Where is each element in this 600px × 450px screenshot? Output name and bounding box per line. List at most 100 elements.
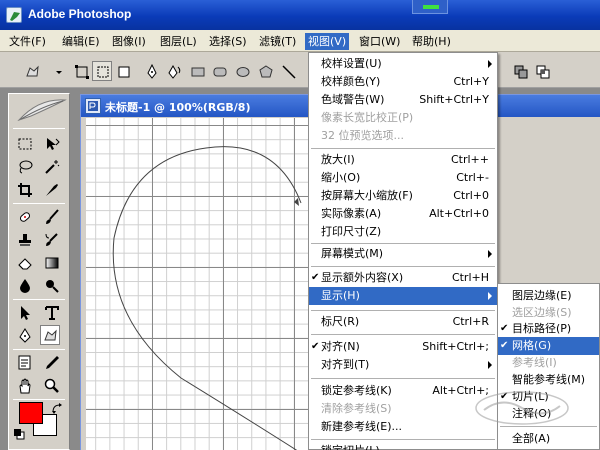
view-menu-item-rulers[interactable]: 标尺(R) Ctrl+R <box>309 313 497 331</box>
brush-icon[interactable] <box>42 207 62 227</box>
toolbox-header <box>9 94 69 126</box>
view-menu-item-snap-to[interactable]: 对齐到(T) <box>309 356 497 374</box>
history-brush-icon[interactable] <box>42 230 62 250</box>
show-item-all[interactable]: 全部(A) <box>498 430 599 448</box>
view-menu-item-snap[interactable]: ✔ 对齐(N) Shift+Ctrl+; <box>309 338 497 356</box>
menu-select[interactable]: 选择(S) <box>206 33 250 50</box>
options-bar <box>0 52 600 88</box>
menu-image[interactable]: 图像(I) <box>109 33 149 50</box>
photoshop-app-icon <box>6 7 22 23</box>
show-item-target-path[interactable]: ✔ 目标路径(P) <box>498 320 599 338</box>
default-colors-icon[interactable] <box>13 428 25 440</box>
crop-icon[interactable] <box>15 180 35 200</box>
menu-layer[interactable]: 图层(L) <box>157 33 200 50</box>
view-menu-item-show-extras[interactable]: ✔ 显示额外内容(X) Ctrl+H <box>309 269 497 287</box>
blur-icon[interactable] <box>15 276 35 296</box>
view-menu-item-proof-colors[interactable]: 校样颜色(Y) Ctrl+Y <box>309 73 497 91</box>
toolbox-divider <box>13 349 65 350</box>
dodge-icon[interactable] <box>42 276 62 296</box>
menu-separator <box>311 439 495 440</box>
menu-window[interactable]: 窗口(W) <box>356 33 403 50</box>
window-control-button[interactable] <box>412 0 448 14</box>
view-menu-item-show[interactable]: 显示(H) <box>309 287 497 305</box>
document-icon <box>85 98 101 114</box>
title-bar: Adobe Photoshop <box>0 0 600 30</box>
view-menu-item-zoom-out[interactable]: 缩小(O) Ctrl+- <box>309 169 497 187</box>
path-selection-icon[interactable] <box>15 303 35 323</box>
line-icon[interactable] <box>278 61 298 81</box>
view-menu-item-new-guide[interactable]: 新建参考线(E)... <box>309 418 497 436</box>
view-menu-item-clear-guides: 清除参考线(S) <box>321 402 392 415</box>
menu-separator <box>311 378 495 379</box>
chevron-down-icon[interactable] <box>48 61 68 81</box>
show-item-guides: 参考线(I) <box>512 356 557 369</box>
menu-bar: 文件(F) 编辑(E) 图像(I) 图层(L) 选择(S) 滤镜(T) 视图(V… <box>0 30 600 52</box>
pen-tool-icon[interactable] <box>15 326 35 346</box>
window-title: Adobe Photoshop <box>28 7 132 21</box>
move-icon[interactable] <box>42 134 62 154</box>
menu-separator <box>311 266 495 267</box>
polygon-icon[interactable] <box>255 61 275 81</box>
show-item-grid[interactable]: ✔ 网格(G) <box>498 337 599 355</box>
combine-shape-icon[interactable] <box>510 61 530 81</box>
ellipse-icon[interactable] <box>232 61 252 81</box>
view-menu-item-screen-mode[interactable]: 屏幕模式(M) <box>309 245 497 263</box>
view-menu-item-actual-pixels[interactable]: 实际像素(A) Alt+Ctrl+0 <box>309 205 497 223</box>
checkmark-icon: ✔ <box>311 272 320 283</box>
menu-separator <box>311 334 495 335</box>
type-icon[interactable] <box>42 303 62 323</box>
menu-filter[interactable]: 滤镜(T) <box>256 33 299 50</box>
foreground-color-swatch[interactable] <box>19 402 43 424</box>
marquee-icon[interactable] <box>15 134 35 154</box>
view-menu-item-32bit-preview: 32 位预览选项... <box>321 129 404 142</box>
toolbox-divider <box>13 299 65 300</box>
view-menu-item-lock-slices[interactable]: 锁定切片(L) <box>309 442 497 450</box>
fill-pixels-icon[interactable] <box>113 61 133 81</box>
watermark-logo <box>472 388 572 428</box>
canvas[interactable] <box>86 118 309 450</box>
menu-edit[interactable]: 编辑(E) <box>59 33 103 50</box>
shape-layer-icon[interactable] <box>71 61 91 81</box>
menu-separator <box>311 243 495 244</box>
menu-view[interactable]: 视图(V) <box>305 33 350 50</box>
show-item-smart-guides[interactable]: 智能参考线(M) <box>498 371 599 389</box>
freeform-pen-icon[interactable] <box>164 61 184 81</box>
document-title: 未标题-1 @ 100%(RGB/8) <box>105 101 251 114</box>
clone-stamp-icon[interactable] <box>15 230 35 250</box>
hand-icon[interactable] <box>15 376 35 396</box>
checkmark-icon: ✔ <box>500 323 509 334</box>
rounded-rectangle-icon[interactable] <box>209 61 229 81</box>
path-mode-icon[interactable] <box>92 61 112 81</box>
checkmark-icon: ✔ <box>500 340 509 351</box>
gradient-icon[interactable] <box>42 253 62 273</box>
eyedropper-icon[interactable] <box>42 353 62 373</box>
view-menu-item-zoom-in[interactable]: 放大(I) Ctrl++ <box>309 151 497 169</box>
menu-help[interactable]: 帮助(H) <box>409 33 454 50</box>
notes-icon[interactable] <box>15 353 35 373</box>
custom-shape-icon[interactable] <box>22 61 42 81</box>
eraser-icon[interactable] <box>15 253 35 273</box>
zoom-icon[interactable] <box>42 376 62 396</box>
menu-file[interactable]: 文件(F) <box>6 33 49 50</box>
pen-icon[interactable] <box>141 61 161 81</box>
healing-brush-icon[interactable] <box>15 207 35 227</box>
magic-wand-icon[interactable] <box>42 157 62 177</box>
intersect-shape-icon[interactable] <box>532 61 552 81</box>
menu-separator <box>311 148 495 149</box>
view-menu-item-proof-setup[interactable]: 校样设置(U) <box>309 55 497 73</box>
feather-icon <box>17 99 67 122</box>
view-menu-item-gamut-warning[interactable]: 色域警告(W) Shift+Ctrl+Y <box>309 91 497 109</box>
slice-icon[interactable] <box>42 180 62 200</box>
custom-shape-tool-icon[interactable] <box>40 325 60 345</box>
show-item-layer-edges[interactable]: 图层边缘(E) <box>498 287 599 305</box>
view-menu-item-fit-screen[interactable]: 按屏幕大小缩放(F) Ctrl+0 <box>309 187 497 205</box>
checkmark-icon: ✔ <box>311 341 320 352</box>
view-menu-item-pixel-aspect: 像素长宽比校正(P) <box>321 111 414 124</box>
lasso-icon[interactable] <box>15 157 35 177</box>
view-menu-item-print-size[interactable]: 打印尺寸(Z) <box>309 223 497 241</box>
heart-path <box>112 146 302 450</box>
view-menu-item-lock-guides[interactable]: 锁定参考线(K) Alt+Ctrl+; <box>309 382 497 400</box>
rectangle-icon[interactable] <box>187 61 207 81</box>
view-menu-dropdown: 校样设置(U) 校样颜色(Y) Ctrl+Y 色域警告(W) Shift+Ctrl+… <box>308 52 498 450</box>
toolbox-divider <box>13 203 65 204</box>
